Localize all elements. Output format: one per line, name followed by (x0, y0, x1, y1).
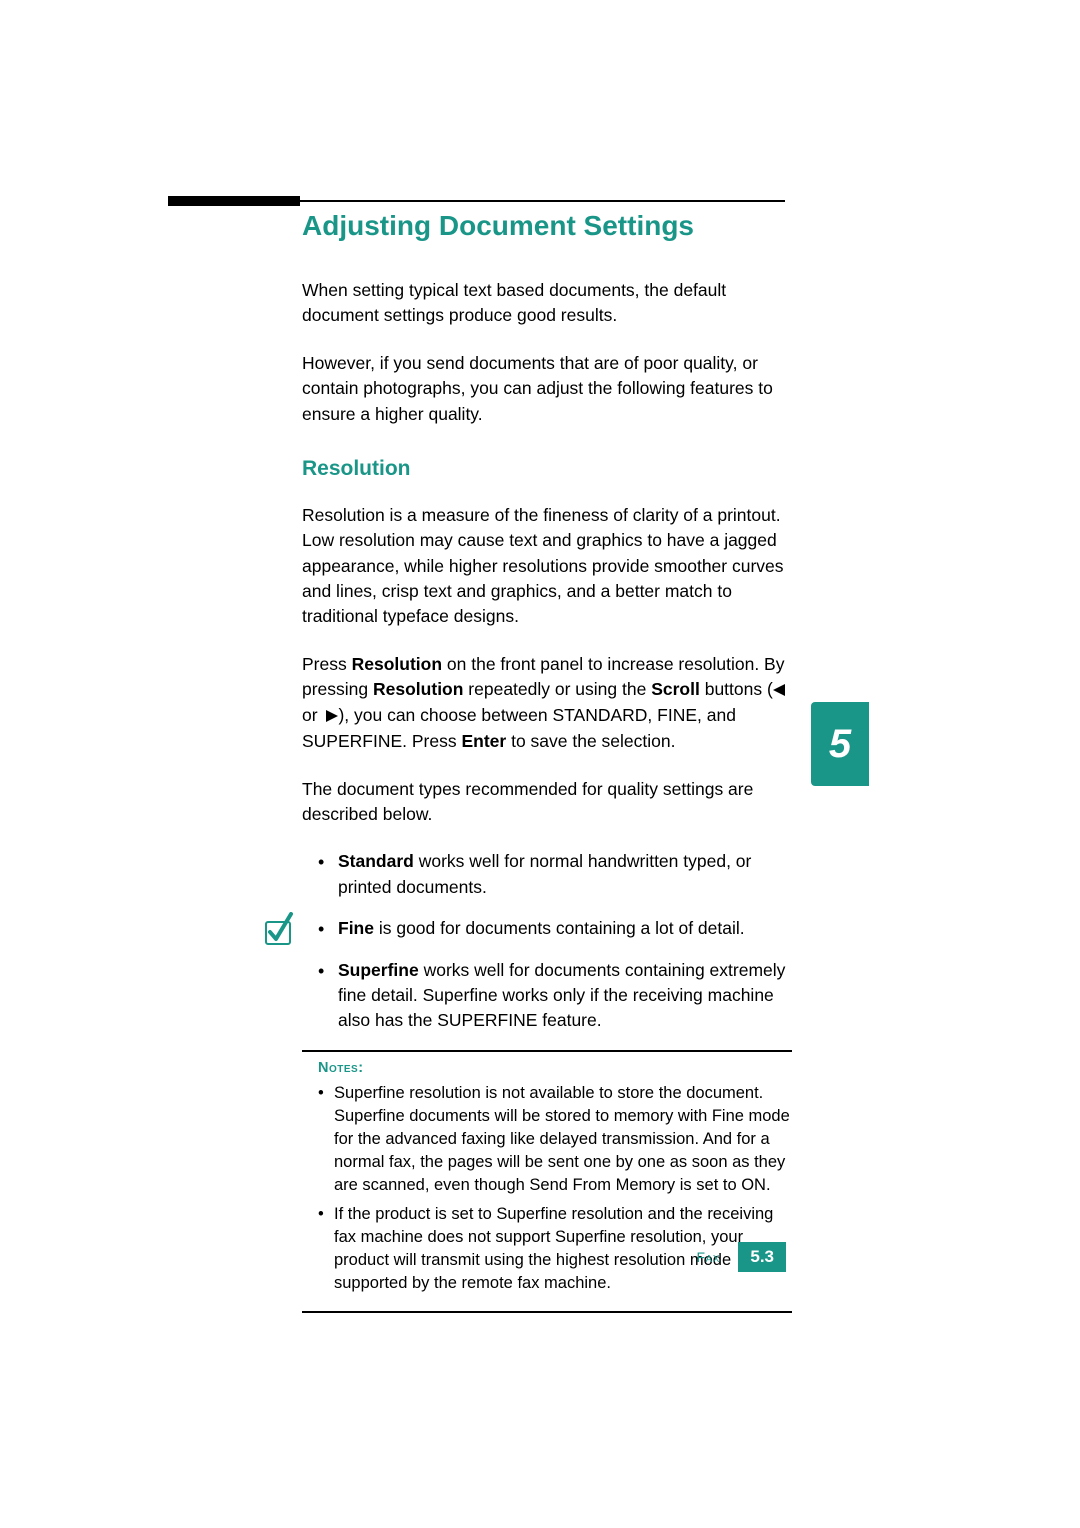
footer: Fax 5.3 (0, 1242, 1080, 1272)
content-area: Adjusting Document Settings When setting… (302, 210, 792, 1313)
rule-mark (168, 196, 300, 206)
intro-para-1: When setting typical text based document… (302, 278, 792, 329)
bold-scroll: Scroll (651, 679, 700, 699)
bold-resolution-1: Resolution (352, 654, 442, 674)
bullet-fine: Fine is good for documents containing a … (318, 916, 792, 941)
intro-para-2: However, if you send documents that are … (302, 351, 792, 427)
footer-page-number: 5.3 (738, 1242, 786, 1272)
bullet-superfine: Superfine works well for documents conta… (318, 958, 792, 1034)
notes-box: Notes: Superfine resolution is not avail… (302, 1050, 792, 1314)
subheading-resolution: Resolution (302, 457, 792, 481)
resolution-bullets: Standard works well for normal handwritt… (302, 849, 792, 1033)
footer-section-label: Fax (697, 1249, 720, 1265)
bullet-bold: Fine (338, 918, 374, 938)
text-span: repeatedly or using the (463, 679, 651, 699)
text-span: buttons ( (700, 679, 773, 699)
text-span: to save the selection. (506, 731, 675, 751)
text-span: Press (302, 654, 352, 674)
resolution-para-2: Press Resolution on the front panel to i… (302, 652, 792, 755)
page-title: Adjusting Document Settings (302, 210, 792, 242)
bullet-standard: Standard works well for normal handwritt… (318, 849, 792, 900)
chapter-tab: 5 (811, 702, 869, 786)
chapter-number: 5 (829, 722, 851, 767)
note-item-1: Superfine resolution is not available to… (318, 1082, 792, 1197)
arrow-right-icon (322, 704, 338, 729)
bullet-bold: Superfine (338, 960, 419, 980)
bullet-text: is good for documents containing a lot o… (374, 918, 745, 938)
text-span: or (302, 705, 322, 725)
arrow-left-icon (773, 678, 789, 703)
bold-enter: Enter (461, 731, 506, 751)
resolution-para-1: Resolution is a measure of the fineness … (302, 503, 792, 630)
checkmark-note-icon (263, 912, 293, 946)
notes-label: Notes: (318, 1060, 792, 1076)
resolution-para-3: The document types recommended for quali… (302, 777, 792, 828)
bold-resolution-2: Resolution (373, 679, 463, 699)
rule-line (300, 200, 785, 202)
bullet-bold: Standard (338, 851, 414, 871)
